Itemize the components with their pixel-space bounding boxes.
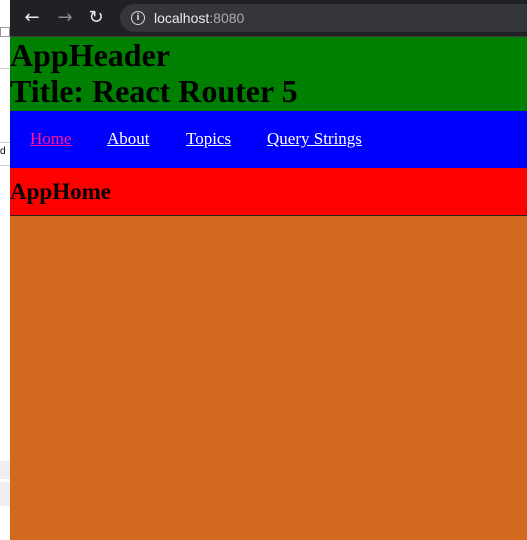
app-header-title: AppHeader bbox=[10, 37, 170, 73]
nav-link-topics[interactable]: Topics bbox=[186, 129, 231, 149]
background-band bbox=[0, 461, 10, 479]
home-heading: AppHome bbox=[10, 179, 111, 204]
background-divider bbox=[0, 165, 10, 166]
page-viewport: AppHeader Title: React Router 5 Home Abo… bbox=[10, 37, 527, 540]
reload-icon: ↻ bbox=[88, 7, 104, 28]
forward-button[interactable]: → bbox=[53, 6, 77, 30]
reload-button[interactable]: ↻ bbox=[84, 6, 108, 30]
nav-menu: Home About Topics Query Strings bbox=[10, 111, 527, 168]
background-checkbox bbox=[0, 27, 10, 37]
home-section: AppHome bbox=[10, 168, 527, 216]
background-band bbox=[0, 482, 10, 506]
url-text[interactable]: localhost:8080 bbox=[154, 9, 244, 27]
browser-toolbar: ← → ↻ i localhost:8080 bbox=[10, 0, 527, 37]
url-host: localhost bbox=[154, 10, 210, 26]
url-port: :8080 bbox=[209, 10, 245, 26]
nav-link-about[interactable]: About bbox=[107, 129, 150, 149]
arrow-right-icon: → bbox=[57, 7, 73, 28]
nav-link-query-strings[interactable]: Query Strings bbox=[267, 129, 362, 149]
info-icon[interactable]: i bbox=[131, 11, 145, 25]
background-divider bbox=[0, 142, 10, 143]
page-title: Title: React Router 5 bbox=[10, 73, 298, 109]
background-text: d bbox=[0, 146, 6, 157]
background-divider bbox=[0, 68, 10, 69]
arrow-left-icon: ← bbox=[24, 7, 40, 28]
app-header: AppHeader Title: React Router 5 bbox=[10, 37, 527, 111]
nav-link-home[interactable]: Home bbox=[30, 129, 72, 149]
back-button[interactable]: ← bbox=[20, 6, 44, 30]
address-bar[interactable]: i localhost:8080 bbox=[120, 4, 527, 32]
